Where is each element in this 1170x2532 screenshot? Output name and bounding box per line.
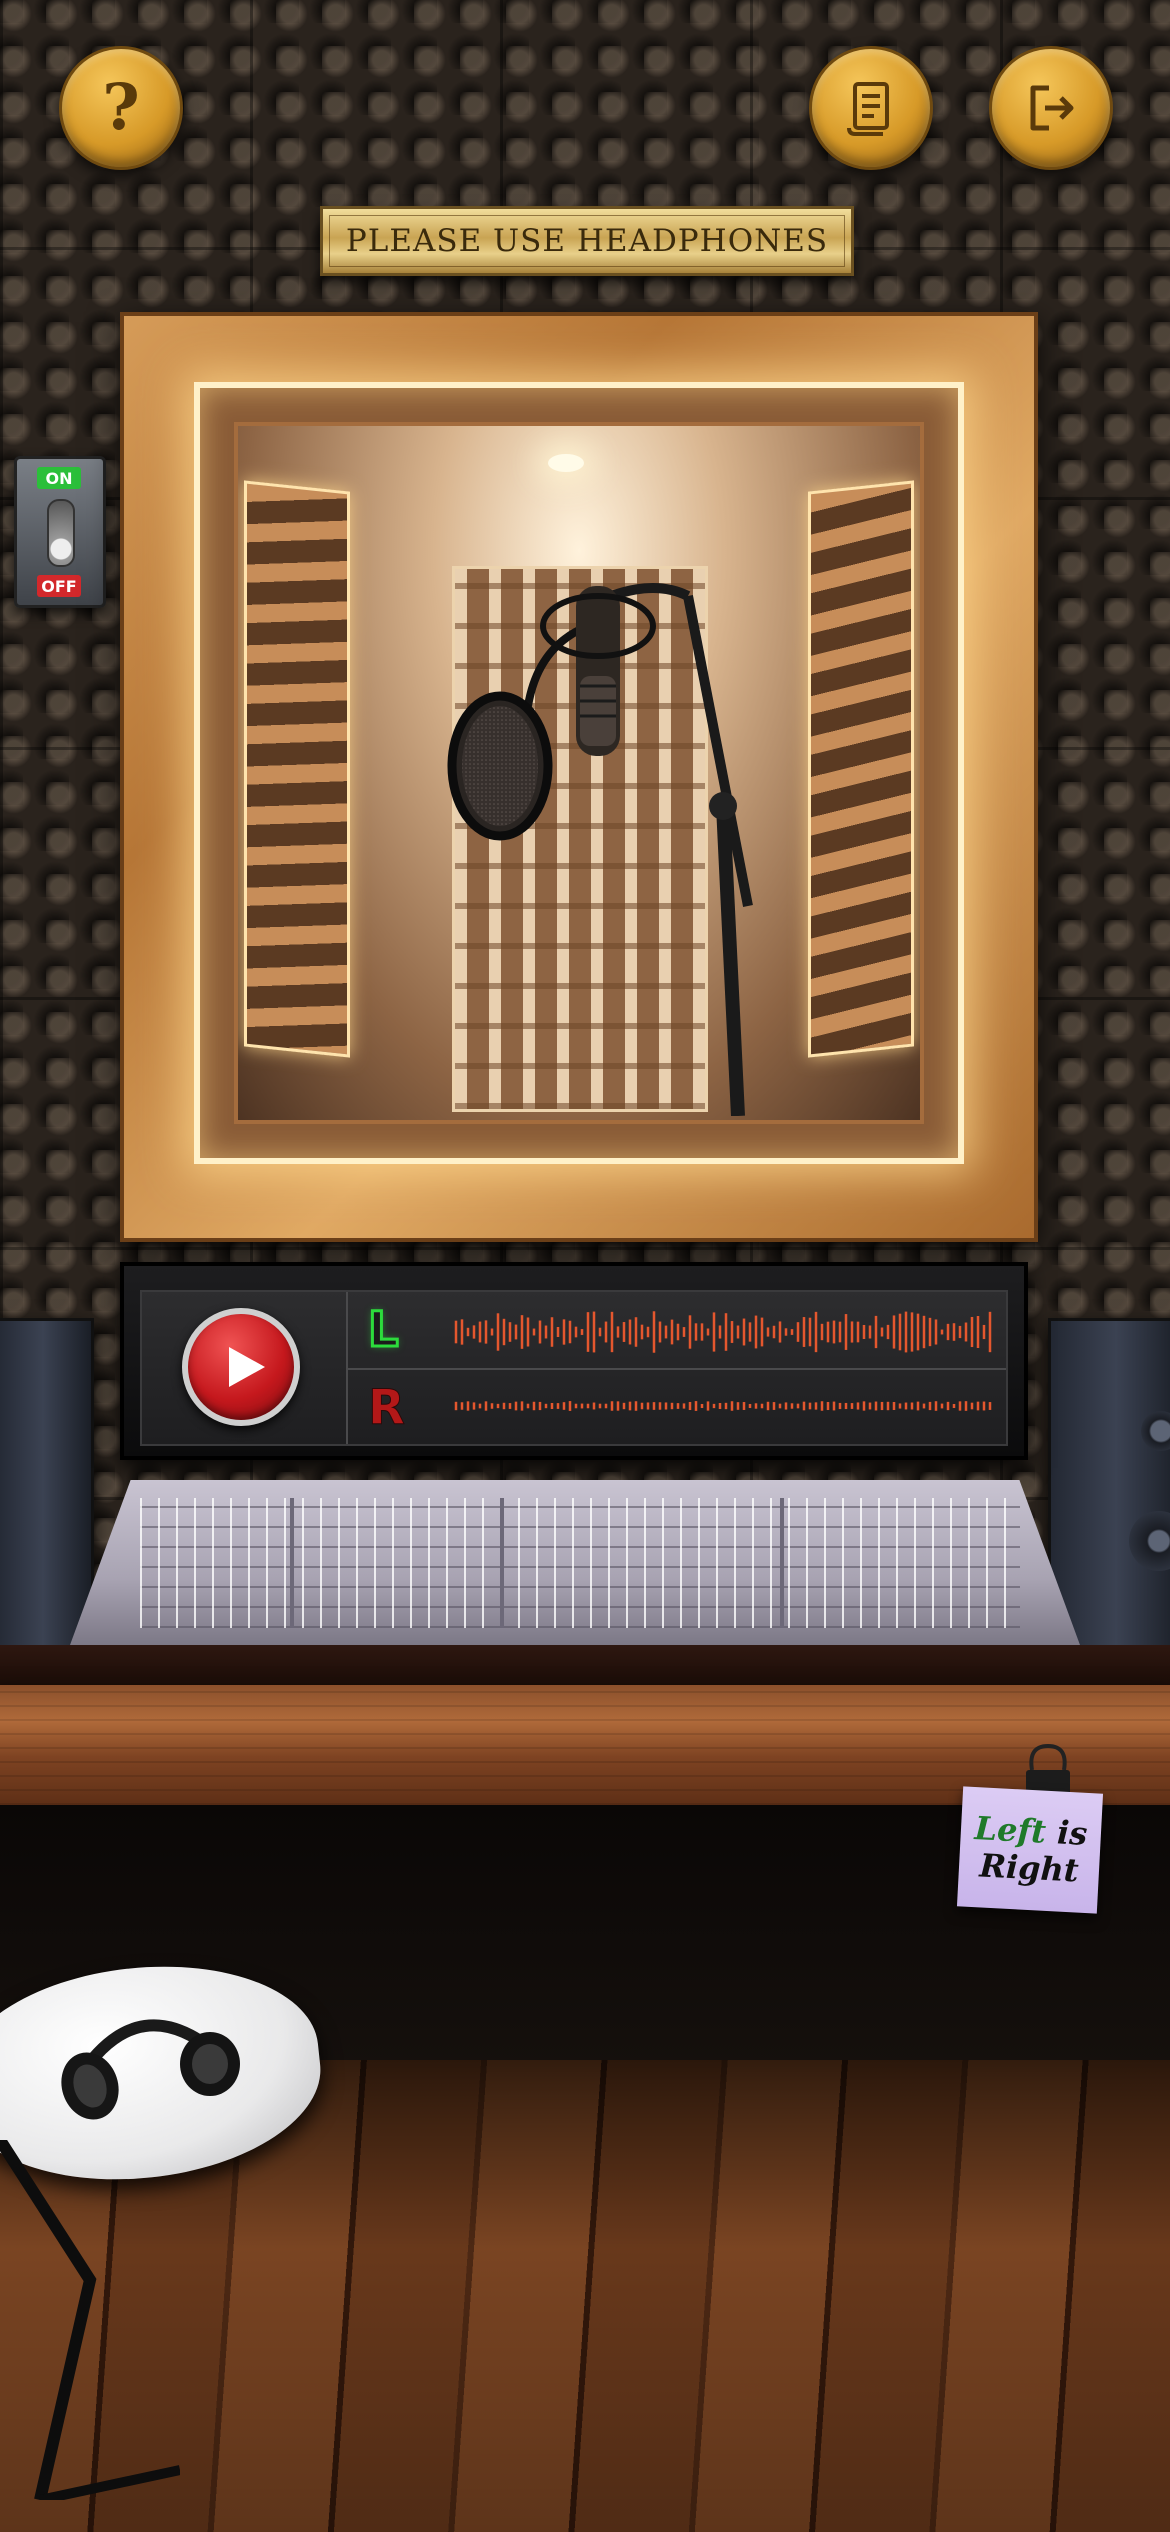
- note-word-left: Left: [973, 1809, 1048, 1851]
- play-icon: [229, 1347, 265, 1387]
- right-channel-label: R: [368, 1380, 406, 1437]
- plaque-text: PLEASE USE HEADPHONES: [345, 223, 829, 259]
- audio-player-screen: L R: [140, 1290, 1008, 1446]
- audio-player-panel: L R: [120, 1262, 1028, 1460]
- exit-button[interactable]: [989, 46, 1113, 170]
- left-channel-label: L: [367, 1301, 401, 1360]
- note-word-is: is: [1056, 1813, 1089, 1854]
- booth-glow-frame: [194, 382, 964, 1164]
- question-mark-icon: ?: [102, 70, 140, 145]
- right-acoustic-slats: [808, 480, 914, 1058]
- note-word-right: Right: [978, 1846, 1080, 1890]
- wooden-desk: [0, 1685, 1170, 1805]
- vocal-booth-window: [120, 312, 1038, 1242]
- toggle-lever[interactable]: [47, 499, 75, 567]
- headphones[interactable]: [50, 1996, 250, 2126]
- ceiling-light: [548, 454, 584, 472]
- left-acoustic-slats: [244, 480, 350, 1058]
- booth-room: [234, 422, 924, 1124]
- toggle-off-label: OFF: [37, 575, 81, 597]
- mixing-console: [70, 1480, 1080, 1645]
- play-button[interactable]: [182, 1308, 300, 1426]
- recording-studio-scene: ? PLEASE USE HEADPHONES ON OFF L R Left …: [0, 0, 1170, 2532]
- studio-microphone: [447, 583, 753, 1116]
- script-scroll-icon: [847, 82, 889, 136]
- channel-divider-horizontal: [348, 1368, 1006, 1370]
- power-toggle-switch[interactable]: ON OFF: [14, 456, 106, 608]
- toggle-on-label: ON: [37, 467, 81, 489]
- left-monitor-speaker: [0, 1318, 94, 1654]
- script-button[interactable]: [809, 46, 933, 170]
- headphones-notice-plaque: PLEASE USE HEADPHONES: [320, 206, 854, 276]
- right-monitor-speaker: [1048, 1318, 1170, 1654]
- speaker-tweeter: [1141, 1411, 1170, 1451]
- chair-legs: [0, 2140, 180, 2500]
- left-is-right-sticky-note[interactable]: Left is Right: [956, 1786, 1104, 1914]
- console-faders: [140, 1498, 1020, 1628]
- left-channel-waveform: [454, 1311, 992, 1353]
- help-button[interactable]: ?: [59, 46, 183, 170]
- speaker-woofer: [1129, 1511, 1170, 1571]
- exit-door-icon: [1030, 85, 1074, 131]
- right-channel-waveform: [454, 1401, 992, 1411]
- desk-shelf: [0, 1645, 1170, 1685]
